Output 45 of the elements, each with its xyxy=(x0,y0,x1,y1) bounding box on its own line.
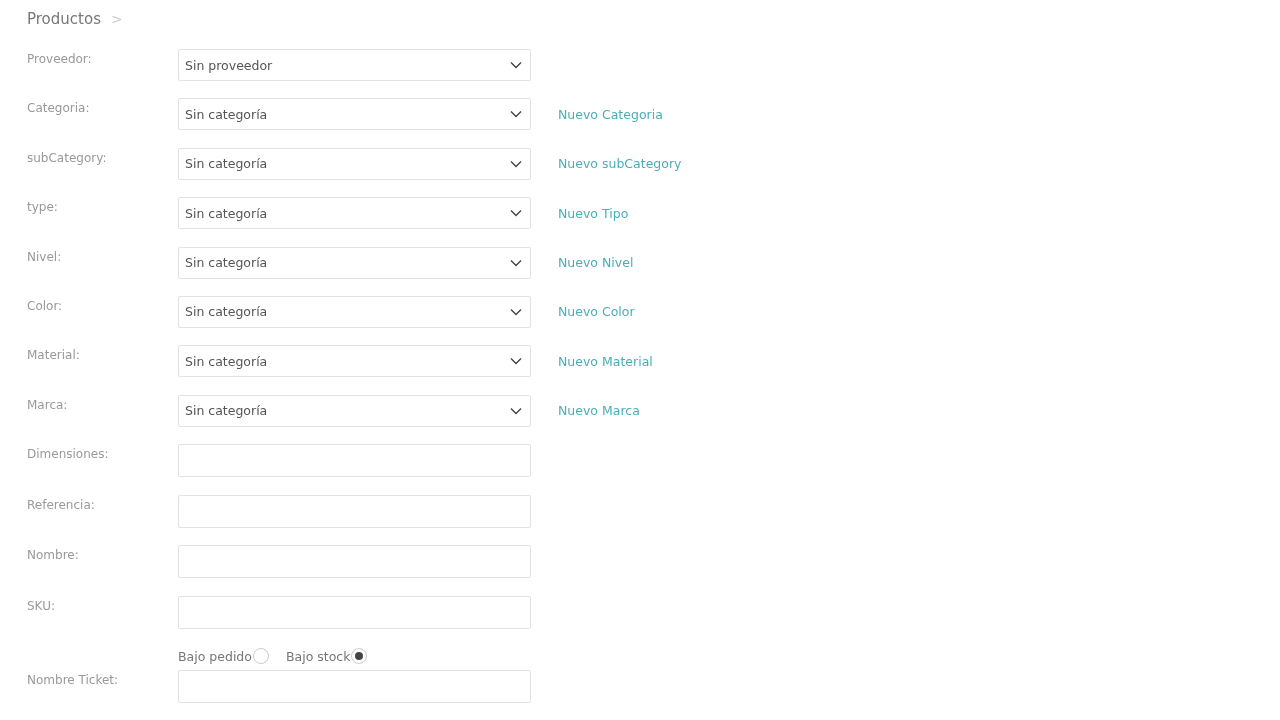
input-field[interactable] xyxy=(178,545,531,579)
dropdown[interactable]: Sin categoría xyxy=(178,98,531,131)
new-item-link[interactable]: Nuevo Marca xyxy=(558,394,1280,427)
field-label: SKU: xyxy=(27,597,56,613)
field-label: type: xyxy=(27,199,59,215)
new-item-link[interactable]: Nuevo subCategory xyxy=(558,147,1280,180)
input-field[interactable] xyxy=(178,595,531,629)
chevron-down-icon xyxy=(510,357,522,366)
new-item-link[interactable]: Nuevo Categoria xyxy=(558,98,1280,131)
field-label: Nivel: xyxy=(27,248,63,264)
field-label: Marca: xyxy=(27,396,69,412)
field-label: Material: xyxy=(27,347,81,363)
chevron-down-icon xyxy=(510,61,522,69)
field-label: subCategory: xyxy=(27,149,108,165)
new-item-link[interactable]: Nuevo Color xyxy=(558,295,1280,328)
field-label: Nombre: xyxy=(27,547,80,563)
dropdown[interactable]: Sin categoría xyxy=(178,345,531,378)
input-field[interactable] xyxy=(178,494,531,528)
chevron-down-icon xyxy=(510,110,522,119)
chevron-down-icon xyxy=(510,307,522,316)
field-label: Nombre Ticket: xyxy=(27,672,120,688)
field-label: Proveedor: xyxy=(27,51,93,66)
chevron-down-icon xyxy=(510,209,522,218)
dropdown[interactable]: Sin categoría xyxy=(178,197,531,230)
chevron-down-icon xyxy=(510,258,522,267)
dropdown[interactable]: Sin categoría xyxy=(178,246,531,279)
new-item-link[interactable]: Nuevo Tipo xyxy=(558,197,1280,230)
field-label: Referencia: xyxy=(27,496,96,512)
breadcrumb-separator: > xyxy=(110,11,123,27)
new-item-link[interactable]: Nuevo Material xyxy=(558,345,1280,378)
new-item-link[interactable]: Nuevo Nivel xyxy=(558,246,1280,279)
field-label: Categoria: xyxy=(27,100,91,116)
chevron-down-icon xyxy=(510,406,522,415)
input-field[interactable] xyxy=(178,444,531,478)
radio-option[interactable]: Bajo stock xyxy=(285,648,368,665)
dropdown[interactable]: Sin proveedor xyxy=(178,49,531,81)
input-field[interactable] xyxy=(178,670,531,704)
page-title: Productos xyxy=(27,10,101,28)
field-label: Dimensiones: xyxy=(27,446,110,462)
field-label: Color: xyxy=(27,297,64,313)
dropdown[interactable]: Sin categoría xyxy=(178,394,531,427)
dropdown[interactable]: Sin categoría xyxy=(178,295,531,328)
chevron-down-icon xyxy=(510,159,522,168)
radio-option[interactable]: Bajo pedido xyxy=(178,648,269,665)
dropdown[interactable]: Sin categoría xyxy=(178,147,531,180)
